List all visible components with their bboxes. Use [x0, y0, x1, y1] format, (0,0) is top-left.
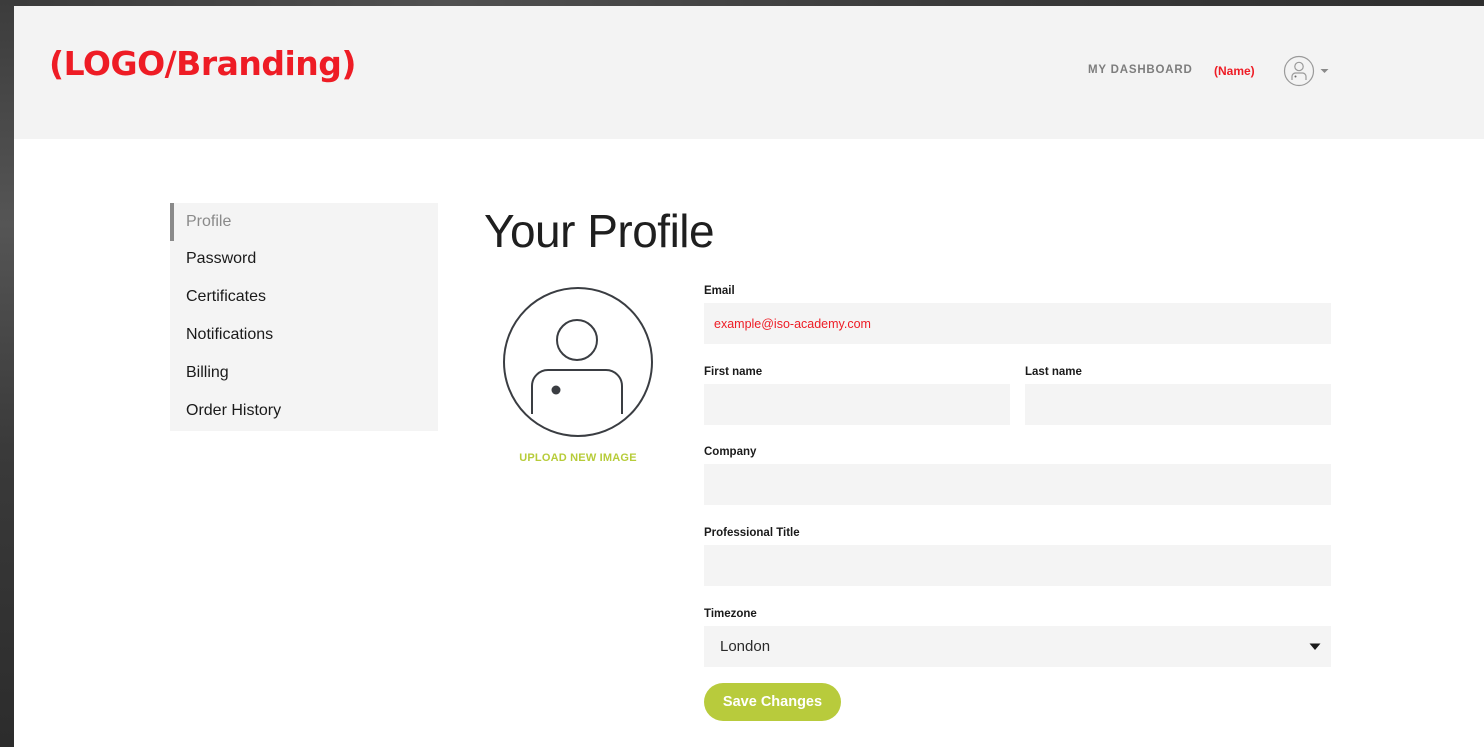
timezone-select[interactable]: London	[704, 626, 1331, 667]
last-name-field[interactable]	[1025, 384, 1331, 425]
brand-logo[interactable]: (LOGO/Branding)	[49, 44, 357, 83]
profile-sidebar: Profile Password Certificates Notificati…	[170, 203, 438, 431]
last-name-label: Last name	[1025, 366, 1082, 378]
sidebar-item-password[interactable]: Password	[170, 240, 438, 278]
sidebar-item-profile[interactable]: Profile	[170, 203, 438, 241]
save-changes-button[interactable]: Save Changes	[704, 683, 841, 721]
first-name-label: First name	[704, 366, 763, 378]
sidebar-item-billing[interactable]: Billing	[170, 354, 438, 392]
company-field[interactable]	[704, 464, 1331, 505]
upload-image-link[interactable]: UPLOAD NEW IMAGE	[504, 452, 652, 464]
email-field[interactable]	[704, 303, 1331, 344]
my-dashboard-link[interactable]: MY DASHBOARD	[1088, 64, 1193, 76]
professional-title-field[interactable]	[704, 545, 1331, 586]
background-strip-left	[0, 0, 14, 747]
chevron-down-icon	[1309, 643, 1321, 650]
chevron-down-icon[interactable]	[1320, 68, 1329, 74]
timezone-label: Timezone	[704, 608, 757, 620]
user-name[interactable]: (Name)	[1214, 64, 1255, 78]
page-title: Your Profile	[484, 205, 715, 257]
sidebar-item-order-history[interactable]: Order History	[170, 392, 438, 430]
sidebar-item-certificates[interactable]: Certificates	[170, 278, 438, 316]
company-label: Company	[704, 446, 757, 458]
user-avatar-icon[interactable]	[1283, 55, 1315, 87]
site-header: (LOGO/Branding) MY DASHBOARD (Name)	[14, 6, 1484, 139]
timezone-value: London	[720, 638, 771, 655]
professional-title-label: Professional Title	[704, 527, 800, 539]
sidebar-item-notifications[interactable]: Notifications	[170, 316, 438, 354]
app-window: (LOGO/Branding) MY DASHBOARD (Name) Prof…	[14, 6, 1484, 747]
email-label: Email	[704, 285, 735, 297]
profile-avatar-icon	[503, 287, 653, 437]
first-name-field[interactable]	[704, 384, 1010, 425]
